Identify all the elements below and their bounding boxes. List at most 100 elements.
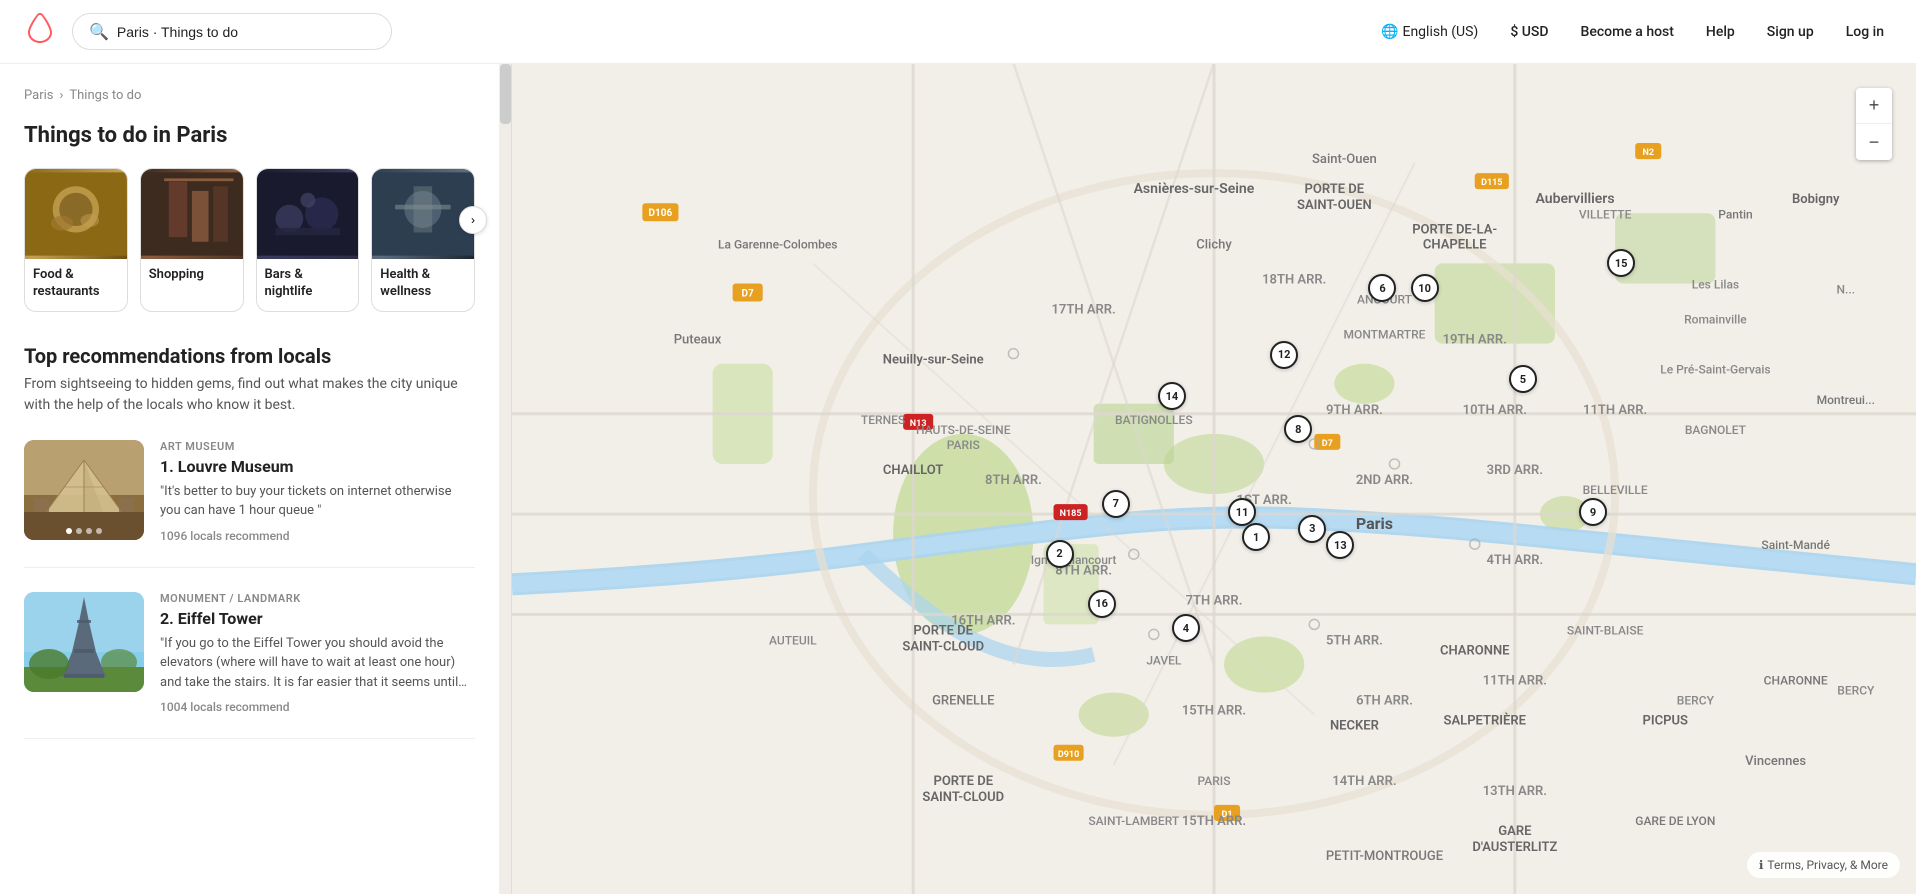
svg-text:MONTMARTRE: MONTMARTRE <box>1344 328 1426 342</box>
paris-map-background: D106 D7 N13 N185 D910 D1 D7 D115 N2 17TH… <box>512 64 1916 894</box>
svg-text:Aubervilliers: Aubervilliers <box>1535 191 1614 207</box>
svg-text:D115: D115 <box>1481 178 1502 188</box>
category-card-food[interactable]: Food &restaurants <box>24 168 128 312</box>
dot-1 <box>66 528 72 534</box>
svg-text:SAINT-BLAISE: SAINT-BLAISE <box>1567 623 1644 637</box>
svg-text:N...: N... <box>1837 282 1856 296</box>
globe-icon: 🌐 <box>1381 24 1398 40</box>
svg-text:D106: D106 <box>649 208 673 219</box>
section-title: Things to do in Paris <box>24 123 475 148</box>
language-label: English (US) <box>1402 24 1478 40</box>
map-marker-15[interactable]: 15 <box>1607 249 1635 277</box>
breadcrumb: Paris › Things to do <box>24 88 475 103</box>
info-icon: ℹ <box>1759 858 1764 872</box>
svg-text:PETIT-MONTROUGE: PETIT-MONTROUGE <box>1326 849 1443 864</box>
signup-button[interactable]: Sign up <box>1759 20 1822 44</box>
map-controls: + − <box>1856 88 1892 160</box>
svg-text:BERCY: BERCY <box>1837 684 1875 698</box>
dot-3 <box>86 528 92 534</box>
recommendation-item-1[interactable]: ART MUSEUM 1. Louvre Museum "It's better… <box>24 440 475 568</box>
search-bar[interactable]: 🔍 <box>72 13 392 50</box>
svg-text:D'AUSTERLITZ: D'AUSTERLITZ <box>1472 840 1557 855</box>
recommendation-item-2[interactable]: MONUMENT / LANDMARK 2. Eiffel Tower "If … <box>24 592 475 740</box>
language-button[interactable]: 🌐 English (US) <box>1373 20 1486 44</box>
svg-text:CHAILLOT: CHAILLOT <box>883 463 944 478</box>
map-marker-11[interactable]: 11 <box>1228 498 1256 526</box>
svg-text:15TH ARR.: 15TH ARR. <box>1182 704 1246 719</box>
svg-text:Igne-Billancourt: Igne-Billancourt <box>1031 553 1117 567</box>
zoom-out-button[interactable]: − <box>1856 124 1892 160</box>
svg-text:SAINT-LAMBERT: SAINT-LAMBERT <box>1088 814 1180 828</box>
svg-text:Le Pré-Saint-Gervais: Le Pré-Saint-Gervais <box>1660 363 1770 377</box>
recommendations-title: Top recommendations from locals <box>24 344 475 368</box>
map-marker-6[interactable]: 6 <box>1368 274 1396 302</box>
main-layout: Paris › Things to do Things to do in Par… <box>0 64 1916 894</box>
map-marker-7[interactable]: 7 <box>1102 490 1130 518</box>
rec-locals-2: 1004 locals recommend <box>160 700 475 714</box>
svg-text:2ND ARR.: 2ND ARR. <box>1356 473 1413 488</box>
svg-text:HAUTS-DE-SEINE: HAUTS-DE-SEINE <box>916 423 1011 437</box>
category-bars-image <box>257 169 359 259</box>
category-card-shopping[interactable]: Shopping <box>140 168 244 312</box>
svg-text:PORTE DE-LA-: PORTE DE-LA- <box>1412 222 1497 237</box>
svg-text:Paris: Paris <box>1356 514 1393 533</box>
category-health-label: Health &wellness <box>372 259 474 311</box>
map-panel[interactable]: D106 D7 N13 N185 D910 D1 D7 D115 N2 17TH… <box>500 64 1916 894</box>
map-scrollbar[interactable] <box>500 64 512 894</box>
svg-text:18TH ARR.: 18TH ARR. <box>1262 272 1326 287</box>
svg-text:BERCY: BERCY <box>1677 694 1715 708</box>
svg-text:BATIGNOLLES: BATIGNOLLES <box>1115 413 1193 427</box>
category-health-image <box>372 169 474 259</box>
become-host-button[interactable]: Become a host <box>1573 20 1682 44</box>
rec-name-2: 2. Eiffel Tower <box>160 609 475 628</box>
map-marker-3[interactable]: 3 <box>1298 515 1326 543</box>
svg-text:13TH ARR.: 13TH ARR. <box>1483 784 1547 799</box>
airbnb-logo[interactable] <box>24 12 56 51</box>
login-button[interactable]: Log in <box>1838 20 1892 44</box>
svg-text:11TH ARR.: 11TH ARR. <box>1483 674 1547 689</box>
map-terms[interactable]: ℹ Terms, Privacy, & More <box>1747 852 1900 878</box>
svg-text:14TH ARR.: 14TH ARR. <box>1332 774 1396 789</box>
search-icon: 🔍 <box>89 22 109 41</box>
svg-text:PORTE DE: PORTE DE <box>933 774 993 789</box>
map-marker-5[interactable]: 5 <box>1509 365 1537 393</box>
map-marker-8[interactable]: 8 <box>1284 415 1312 443</box>
header-right: 🌐 English (US) $ USD Become a host Help … <box>1373 20 1892 44</box>
map-marker-12[interactable]: 12 <box>1270 341 1298 369</box>
currency-button[interactable]: $ USD <box>1502 20 1556 44</box>
map-marker-9[interactable]: 9 <box>1579 498 1607 526</box>
svg-text:Les Lilas: Les Lilas <box>1692 277 1739 291</box>
svg-text:Pantin: Pantin <box>1718 207 1753 221</box>
svg-text:D7: D7 <box>742 288 755 299</box>
category-card-bars[interactable]: Bars &nightlife <box>256 168 360 312</box>
category-card-health[interactable]: Health &wellness <box>371 168 475 312</box>
search-input[interactable] <box>117 24 375 40</box>
carousel-next-button[interactable]: › <box>459 206 487 234</box>
svg-text:10TH ARR.: 10TH ARR. <box>1463 403 1527 418</box>
svg-text:CHAPELLE: CHAPELLE <box>1423 237 1487 252</box>
map-marker-1[interactable]: 1 <box>1242 523 1270 551</box>
svg-text:4TH ARR.: 4TH ARR. <box>1486 553 1543 568</box>
map-marker-14[interactable]: 14 <box>1158 382 1186 410</box>
map-marker-10[interactable]: 10 <box>1411 274 1439 302</box>
map-marker-13[interactable]: 13 <box>1326 531 1354 559</box>
zoom-in-button[interactable]: + <box>1856 88 1892 124</box>
svg-text:La Garenne-Colombes: La Garenne-Colombes <box>718 237 837 251</box>
breadcrumb-parent[interactable]: Paris <box>24 88 53 103</box>
svg-text:N185: N185 <box>1060 509 1082 519</box>
svg-text:PARIS: PARIS <box>1198 774 1231 788</box>
header: 🔍 🌐 English (US) $ USD Become a host Hel… <box>0 0 1916 64</box>
rec-dots-louvre <box>24 528 144 534</box>
map-marker-4[interactable]: 4 <box>1172 614 1200 642</box>
category-food-image <box>25 169 127 259</box>
svg-text:N2: N2 <box>1642 148 1654 158</box>
svg-text:TERNES: TERNES <box>861 413 905 427</box>
map-marker-16[interactable]: 16 <box>1088 590 1116 618</box>
help-button[interactable]: Help <box>1698 20 1743 44</box>
rec-category-2: MONUMENT / LANDMARK <box>160 592 475 605</box>
svg-text:PORTE DE: PORTE DE <box>1305 182 1365 197</box>
map-marker-2[interactable]: 2 <box>1046 540 1074 568</box>
svg-text:GARE DE LYON: GARE DE LYON <box>1635 814 1715 828</box>
map-scrollbar-thumb[interactable] <box>500 64 511 124</box>
breadcrumb-separator: › <box>59 88 63 103</box>
